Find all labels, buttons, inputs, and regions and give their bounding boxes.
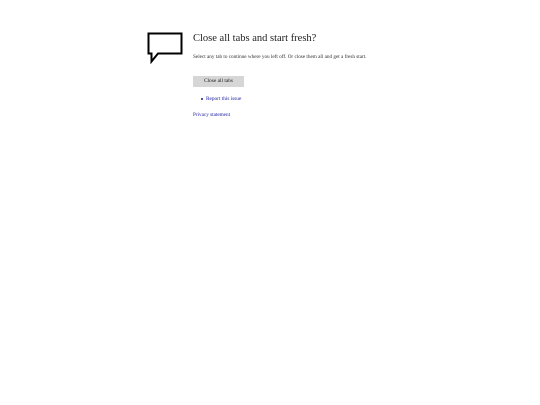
dialog-content: Close all tabs and start fresh? Select a… [193,32,403,119]
report-issue-link[interactable]: Report this issue [206,95,241,103]
speech-bubble-icon [147,32,183,64]
close-all-tabs-button[interactable]: Close all tabs [193,76,244,87]
description-text: Select any tab to continue where you lef… [193,54,367,60]
page-title: Close all tabs and start fresh? [193,33,317,44]
page: Close all tabs and start fresh? Select a… [0,0,540,405]
bullet-icon [201,98,203,100]
list-item: Report this issue [201,95,403,103]
privacy-statement-link[interactable]: Privacy statement [193,111,403,119]
links-list: Report this issue [193,95,403,103]
